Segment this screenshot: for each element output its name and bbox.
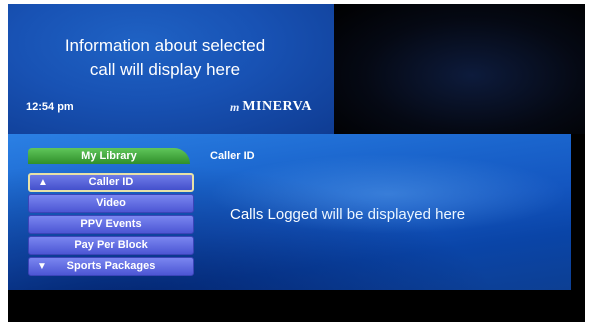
menu-item-label: Sports Packages	[66, 260, 156, 272]
tab-my-library[interactable]: My Library	[28, 148, 190, 164]
call-info-message-line2: call will display here	[89, 60, 241, 79]
call-info-message-line1: Information about selected	[64, 36, 266, 55]
library-menu-panel: My Library Caller ID ▲ Caller ID Video P…	[8, 134, 571, 290]
video-preview-area	[334, 4, 585, 134]
menu-item-label: PPV Events	[80, 218, 142, 230]
section-title: Caller ID	[210, 150, 255, 162]
tv-screen: Information about selected call will dis…	[8, 4, 585, 322]
minerva-logo: m MINERVA	[230, 99, 312, 115]
menu-item-video[interactable]: Video	[28, 194, 194, 213]
menu-item-caller-id[interactable]: ▲ Caller ID	[28, 173, 194, 192]
down-arrow-icon[interactable]: ▼	[37, 258, 47, 275]
menu-item-label: Pay Per Block	[74, 239, 148, 251]
clock-time: 12:54 pm	[26, 101, 74, 113]
menu-item-pay-per-block[interactable]: Pay Per Block	[28, 236, 194, 255]
menu-item-ppv-events[interactable]: PPV Events	[28, 215, 194, 234]
calls-logged-message: Calls Logged will be displayed here	[230, 206, 466, 223]
minerva-logo-mark: m	[230, 99, 240, 114]
menu-item-label: Video	[96, 197, 126, 209]
menu-item-label: Caller ID	[88, 176, 134, 188]
library-menu-list: ▲ Caller ID Video PPV Events Pay Per Blo…	[28, 173, 194, 278]
menu-item-sports-packages[interactable]: ▼ Sports Packages	[28, 257, 194, 276]
minerva-logo-text: MINERVA	[242, 99, 312, 114]
up-arrow-icon[interactable]: ▲	[38, 175, 48, 190]
call-info-message: Information about selected call will dis…	[8, 34, 322, 82]
call-info-panel: Information about selected call will dis…	[8, 4, 334, 134]
